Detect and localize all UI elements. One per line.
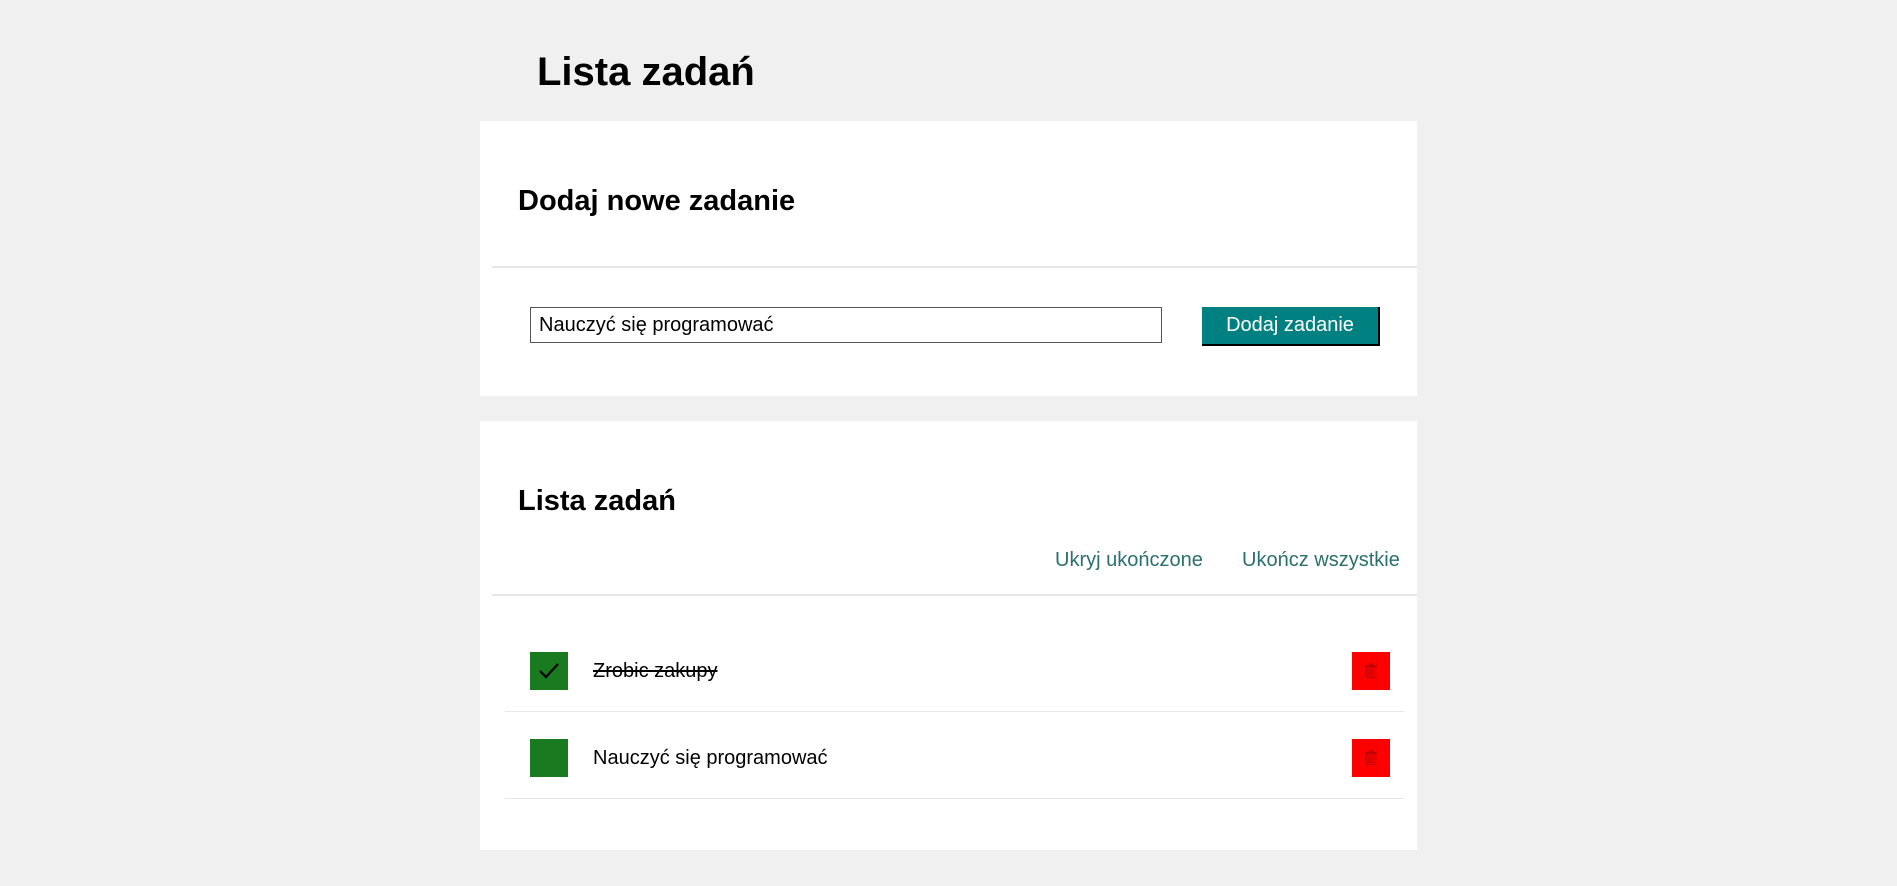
hide-completed-button[interactable]: Ukryj ukończone [1055,545,1203,575]
page-title: Lista zadań [537,50,755,94]
add-task-button[interactable]: Dodaj zadanie [1202,307,1380,346]
task-toggle-checkbox[interactable] [530,739,568,777]
checkmark-icon [539,663,559,679]
task-row: Nauczyć się programować [505,712,1404,799]
add-task-panel: Dodaj nowe zadanie Dodaj zadanie [480,121,1417,396]
task-row: Zrobic zakupy [505,625,1404,712]
task-toggle-checkbox[interactable] [530,652,568,690]
complete-all-button[interactable]: Ukończ wszystkie [1242,545,1400,575]
trash-icon [1365,663,1377,678]
new-task-input[interactable] [530,307,1162,343]
task-list-heading: Lista zadań [518,485,676,517]
task-text: Zrobic zakupy [593,660,718,682]
task-list-panel: Lista zadań Ukryj ukończone Ukończ wszys… [480,421,1417,850]
add-task-panel-header: Dodaj nowe zadanie [492,121,1417,268]
trash-icon [1365,750,1377,765]
add-task-heading: Dodaj nowe zadanie [518,185,796,217]
delete-task-button[interactable] [1352,652,1390,690]
task-text: Nauczyć się programować [593,747,828,769]
delete-task-button[interactable] [1352,739,1390,777]
task-list-panel-header: Lista zadań Ukryj ukończone Ukończ wszys… [492,421,1417,596]
